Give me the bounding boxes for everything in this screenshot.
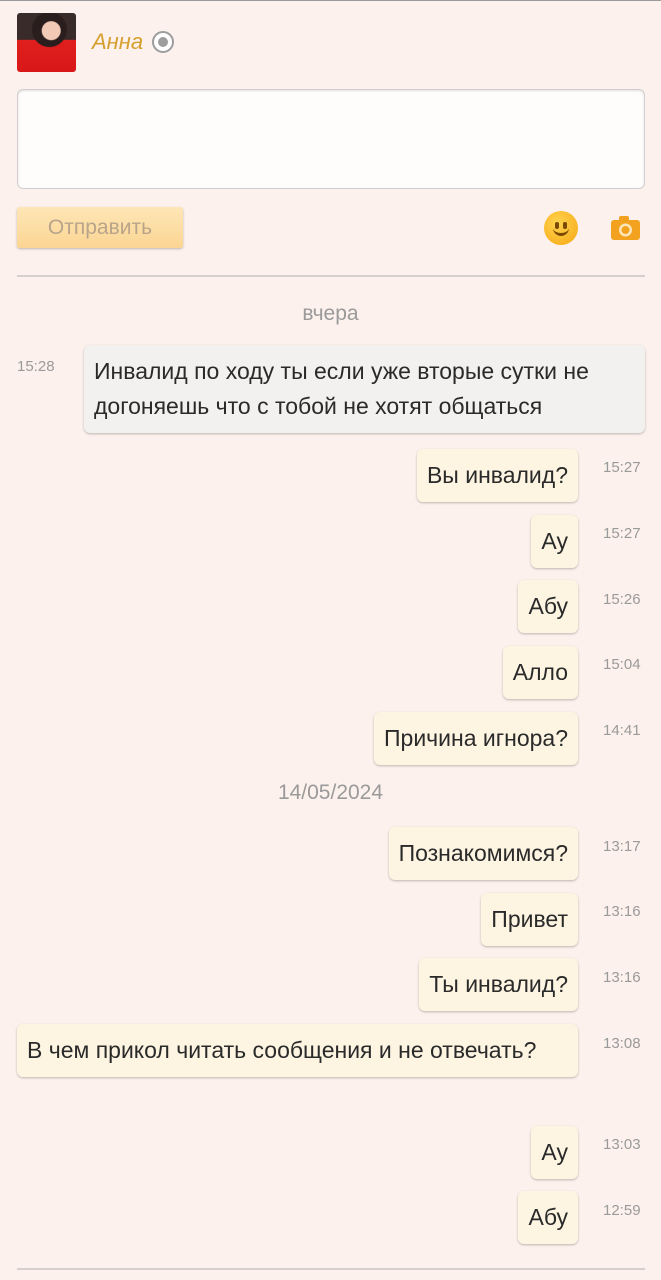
- message-bubble-incoming[interactable]: Инвалид по ходу ты если уже вторые сутки…: [84, 345, 645, 433]
- message-time: 15:27: [603, 525, 641, 542]
- message-time: 13:17: [603, 838, 641, 855]
- message-time: 13:03: [603, 1136, 641, 1153]
- message-bubble[interactable]: Ау: [531, 1126, 578, 1179]
- message-time: 12:59: [603, 1202, 641, 1219]
- message-bubble[interactable]: В чем прикол читать сообщения и не отвеч…: [17, 1024, 578, 1077]
- message-bubble[interactable]: Познакомимся?: [388, 827, 578, 880]
- message-time: 13:16: [603, 903, 641, 920]
- message-time: 13:08: [603, 1035, 641, 1052]
- online-status-icon: [152, 31, 174, 53]
- message-bubble[interactable]: Вы инвалид?: [416, 449, 578, 502]
- avatar[interactable]: [17, 13, 76, 72]
- message-bubble[interactable]: Ау: [531, 515, 578, 568]
- message-bubble[interactable]: Ты инвалид?: [419, 958, 578, 1011]
- message-time: 15:28: [17, 358, 55, 375]
- message-time: 14:41: [603, 722, 641, 739]
- divider: [17, 1268, 645, 1270]
- message-time: 15:04: [603, 656, 641, 673]
- message-input[interactable]: [17, 89, 645, 189]
- top-divider: [0, 0, 661, 1]
- camera-icon[interactable]: [611, 215, 640, 240]
- divider: [17, 275, 645, 277]
- message-bubble[interactable]: Причина игнора?: [374, 712, 578, 765]
- message-bubble[interactable]: Алло: [502, 646, 578, 699]
- date-separator: 14/05/2024: [277, 781, 384, 804]
- message-time: 15:26: [603, 591, 641, 608]
- message-bubble[interactable]: Привет: [481, 893, 578, 946]
- emoji-icon[interactable]: [544, 211, 578, 245]
- message-bubble[interactable]: Абу: [518, 580, 578, 633]
- message-time: 15:27: [603, 459, 641, 476]
- send-button[interactable]: Отправить: [17, 207, 183, 248]
- message-time: 13:16: [603, 969, 641, 986]
- contact-name[interactable]: Анна: [92, 29, 143, 55]
- message-bubble[interactable]: Абу: [518, 1191, 578, 1244]
- date-separator: вчера: [302, 302, 359, 325]
